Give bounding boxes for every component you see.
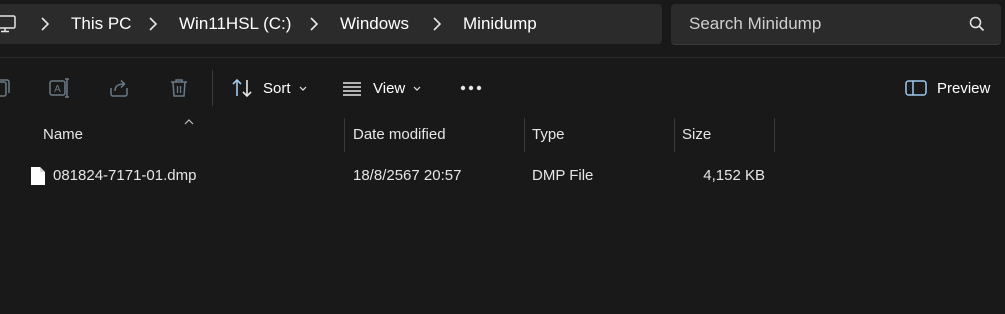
file-row[interactable]: 081824-7171-01.dmp 18/8/2567 20:57 DMP F… (0, 160, 1005, 192)
file-type: DMP File (532, 167, 594, 184)
address-bar[interactable]: This PC Win11HSL (C:) Windows Minidump (0, 4, 662, 44)
search-input[interactable] (689, 4, 959, 44)
breadcrumb-this-pc[interactable]: This PC (71, 4, 131, 44)
column-header-size[interactable]: Size (682, 118, 711, 152)
search-icon[interactable] (969, 16, 985, 32)
toolbar-separator (212, 70, 213, 106)
view-icon (343, 82, 361, 96)
chevron-right-icon[interactable] (309, 17, 319, 31)
copy-icon[interactable] (0, 76, 14, 100)
preview-icon (905, 80, 927, 96)
sort-ascending-caret-icon (184, 119, 194, 125)
preview-label: Preview (937, 79, 991, 97)
column-divider[interactable] (674, 118, 675, 152)
breadcrumb-minidump[interactable]: Minidump (463, 4, 537, 44)
view-label: View (373, 79, 406, 97)
svg-text:A: A (54, 84, 61, 95)
search-box[interactable] (671, 4, 1001, 45)
file-explorer-window: This PC Win11HSL (C:) Windows Minidump A (0, 0, 1005, 314)
delete-icon[interactable] (167, 76, 191, 100)
preview-button[interactable]: Preview (905, 72, 990, 104)
sort-button[interactable]: Sort (231, 72, 307, 104)
rename-icon[interactable]: A (47, 76, 71, 100)
sort-label: Sort (263, 79, 291, 97)
file-size: 4,152 KB (703, 167, 765, 184)
more-options-button[interactable] (459, 72, 483, 104)
share-icon[interactable] (107, 76, 131, 100)
file-name[interactable]: 081824-7171-01.dmp (53, 160, 196, 192)
column-divider[interactable] (524, 118, 525, 152)
sort-icon (232, 78, 252, 98)
chevron-right-icon[interactable] (148, 17, 158, 31)
file-icon (31, 167, 45, 185)
divider (0, 57, 1005, 58)
chevron-down-icon (413, 86, 421, 91)
chevron-down-icon (299, 86, 306, 91)
column-header-date-modified[interactable]: Date modified (353, 118, 446, 152)
breadcrumb-windows[interactable]: Windows (340, 4, 409, 44)
chevron-right-icon[interactable] (432, 17, 442, 31)
chevron-right-icon[interactable] (40, 17, 50, 31)
file-date-modified: 18/8/2567 20:57 (353, 167, 462, 184)
more-icon (460, 85, 482, 91)
column-divider[interactable] (774, 118, 775, 152)
breadcrumb-drive[interactable]: Win11HSL (C:) (179, 4, 291, 44)
computer-icon[interactable] (0, 15, 16, 33)
column-divider[interactable] (344, 118, 345, 152)
column-header-type[interactable]: Type (532, 118, 565, 152)
view-button[interactable]: View (341, 72, 421, 104)
column-header-name[interactable]: Name (43, 118, 83, 152)
